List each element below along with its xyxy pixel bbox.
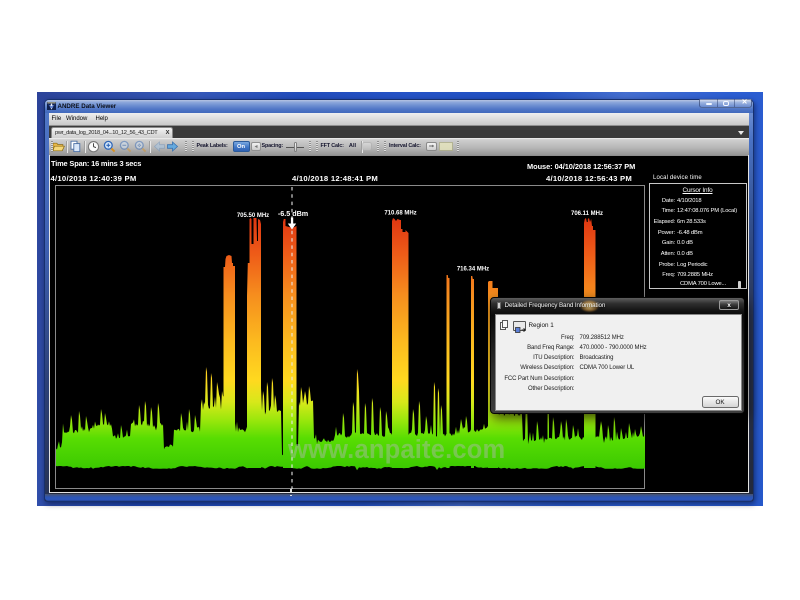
svg-text:716.34 MHz: 716.34 MHz bbox=[457, 267, 489, 273]
svg-text:-6.5 dBm: -6.5 dBm bbox=[278, 209, 308, 218]
svg-text:705.50 MHz: 705.50 MHz bbox=[237, 213, 269, 219]
svg-text:706.11 MHz: 706.11 MHz bbox=[571, 211, 603, 217]
svg-text:710.68 MHz: 710.68 MHz bbox=[384, 211, 416, 217]
